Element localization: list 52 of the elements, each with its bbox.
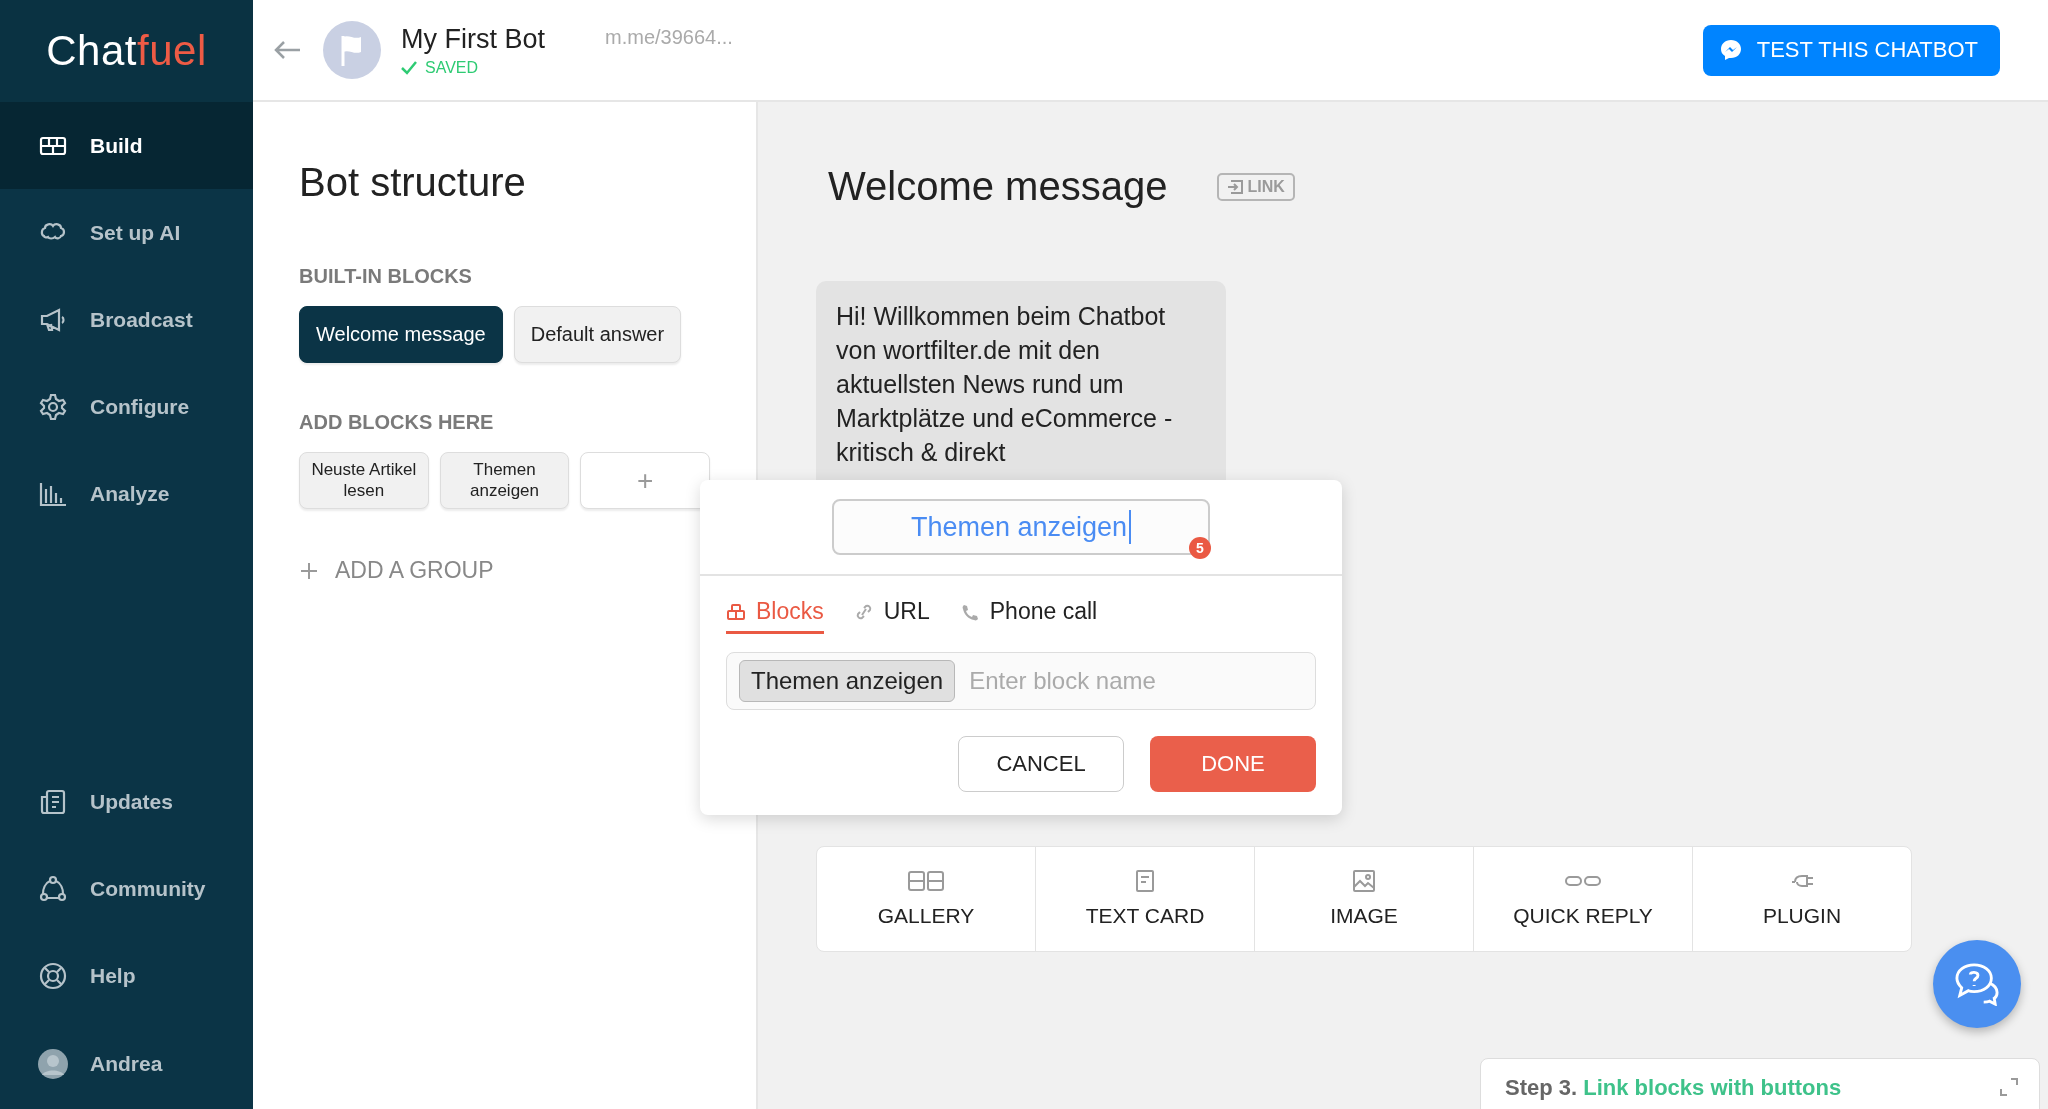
block-name-input[interactable]: Enter block name <box>967 666 1303 696</box>
textcard-icon <box>1136 870 1154 892</box>
expand-icon[interactable] <box>1999 1077 2019 1097</box>
back-arrow-icon[interactable] <box>273 40 301 60</box>
block-picker-field[interactable]: Themen anzeigen Enter block name <box>726 652 1316 710</box>
tutorial-step-text: Step 3. Link blocks with buttons <box>1505 1075 1842 1101</box>
link-type-tab[interactable]: Blocks <box>726 598 824 634</box>
toolbar-button[interactable]: TEXT CARD <box>1036 847 1255 951</box>
link-type-tab[interactable]: URL <box>853 598 930 634</box>
selected-block-chip[interactable]: Themen anzeigen <box>739 660 956 702</box>
sidebar-nav-item[interactable]: Set up AI <box>0 189 253 276</box>
community-icon <box>38 873 68 904</box>
test-chatbot-button[interactable]: TEST THIS CHATBOT <box>1702 24 2000 76</box>
block-button[interactable]: Themen anzeigen <box>439 452 570 509</box>
cancel-button[interactable]: CANCEL <box>958 736 1124 792</box>
gear-icon <box>38 391 68 422</box>
messenger-icon <box>1718 38 1743 62</box>
sidebar-nav-item[interactable]: Community <box>0 845 253 932</box>
sidebar-nav-item[interactable]: Configure <box>0 363 253 450</box>
blocks-icon <box>726 602 746 621</box>
sidebar-nav-item[interactable]: Build <box>0 102 253 189</box>
gallery-icon <box>908 870 944 892</box>
lifebuoy-icon <box>38 960 68 991</box>
panel-title: Bot structure <box>299 160 527 205</box>
block-button[interactable]: Neuste Artikel lesen <box>299 452 429 509</box>
toolbar-button[interactable]: PLUGIN <box>1693 847 1911 951</box>
chat-question-icon <box>1953 962 2001 1006</box>
user-profile-item[interactable]: Andrea <box>0 1019 253 1109</box>
block-button[interactable]: Welcome message <box>299 306 503 363</box>
saved-status: SAVED <box>401 58 545 77</box>
add-group-link[interactable]: ADD A GROUP <box>299 557 710 584</box>
toolbar-button[interactable]: GALLERY <box>817 847 1036 951</box>
sidebar-nav-item[interactable]: Analyze <box>0 450 253 537</box>
plus-icon <box>299 560 319 581</box>
checkmark-icon <box>401 60 417 75</box>
link-type-tab[interactable]: Phone call <box>959 598 1098 634</box>
sidebar-nav-item[interactable]: Updates <box>0 758 253 845</box>
bot-name: My First Bot <box>401 23 545 55</box>
help-chat-button[interactable] <box>1933 940 2021 1028</box>
sidebar-nav-item[interactable]: Help <box>0 932 253 1019</box>
bot-avatar-icon <box>323 21 381 79</box>
group-heading: BUILT-IN BLOCKS <box>299 265 473 288</box>
group-heading: ADD BLOCKS HERE <box>299 411 495 434</box>
chatfuel-logo: Chatfuel <box>46 27 207 75</box>
user-avatar-icon <box>38 1049 68 1079</box>
block-button[interactable]: Default answer <box>513 306 682 363</box>
block-title: Welcome message <box>828 164 1168 209</box>
sidebar-nav-item[interactable]: Broadcast <box>0 276 253 363</box>
toolbar-button[interactable]: QUICK REPLY <box>1474 847 1693 951</box>
character-count-badge: 5 <box>1189 537 1211 559</box>
toolbar-button[interactable]: IMAGE <box>1255 847 1474 951</box>
image-icon <box>1353 870 1375 892</box>
